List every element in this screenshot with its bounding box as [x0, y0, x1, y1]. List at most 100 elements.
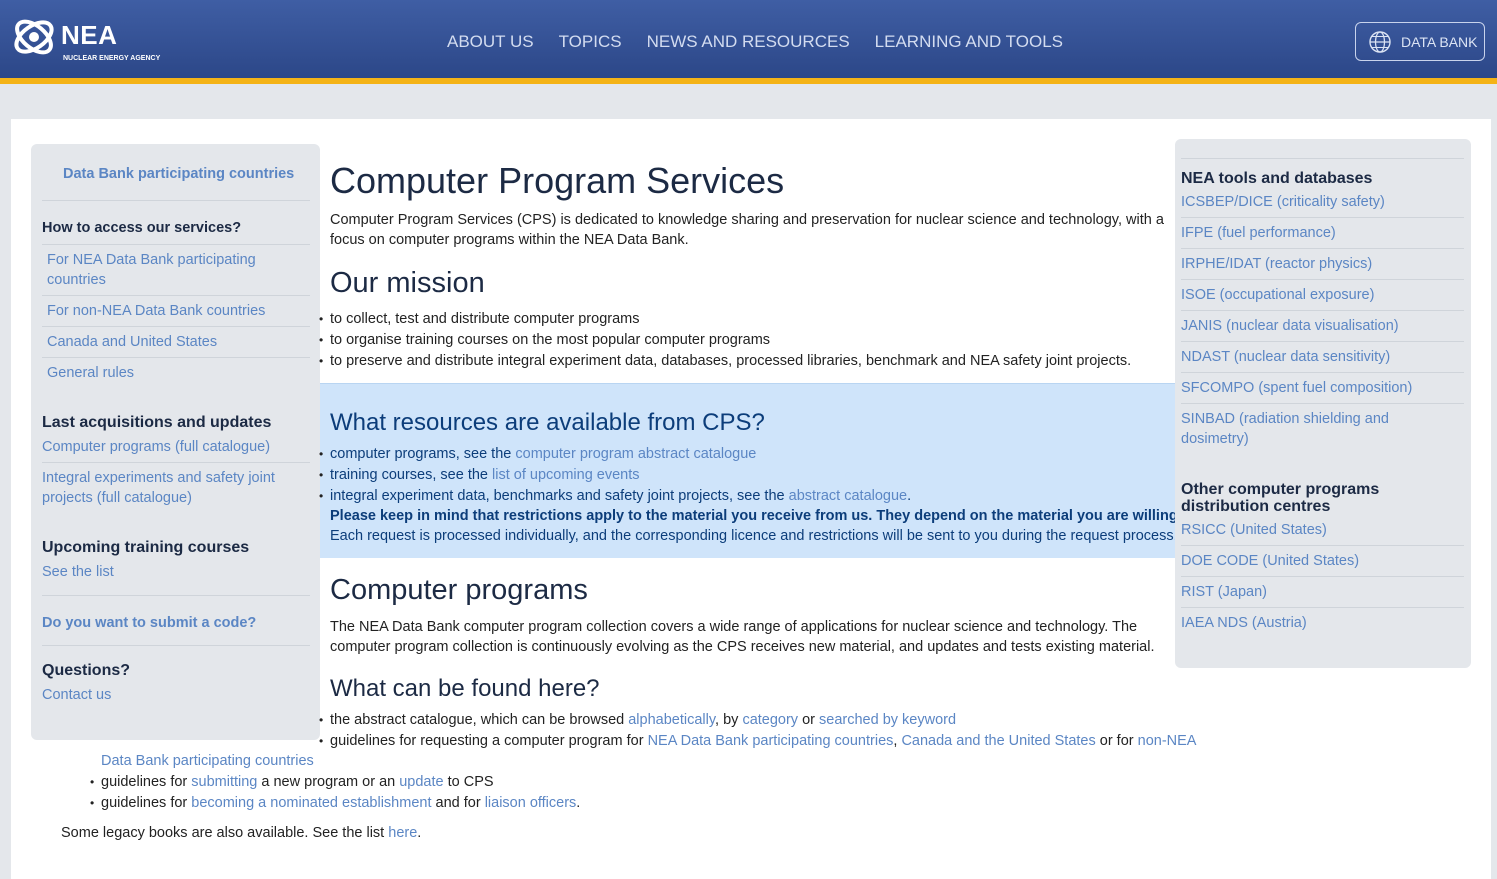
centre-link-doe-code[interactable]: DOE CODE (United States) — [1181, 551, 1359, 571]
accent-bar — [0, 78, 1497, 84]
found-text: , by — [715, 712, 743, 728]
tools-heading: NEA tools and databases — [1181, 170, 1373, 187]
resources-item: training courses, see the list of upcomi… — [319, 467, 640, 483]
sidebar-link-non-nea-countries[interactable]: For non-NEA Data Bank countries — [47, 301, 265, 321]
nav-about-us[interactable]: ABOUT US — [447, 32, 534, 52]
resources-item-text: computer programs, see the — [330, 446, 516, 462]
tool-link-janis[interactable]: JANIS (nuclear data visualisation) — [1181, 316, 1399, 336]
divider — [1181, 576, 1464, 577]
link-liaison-officers[interactable]: liaison officers — [485, 795, 577, 811]
link-abstract-catalogue[interactable]: abstract catalogue — [789, 488, 908, 504]
sidebar-link-participating-countries[interactable]: Data Bank participating countries — [63, 164, 294, 184]
centre-link-rsicc[interactable]: RSICC (United States) — [1181, 520, 1327, 540]
page-title: Computer Program Services — [330, 160, 785, 201]
divider — [1181, 607, 1464, 608]
sidebar-link-canada-us[interactable]: Canada and United States — [47, 332, 217, 352]
nav-news-and-resources[interactable]: NEWS AND RESOURCES — [647, 32, 850, 52]
found-heading: What can be found here? — [330, 675, 600, 702]
found-text: guidelines for — [101, 795, 192, 811]
nav-topics[interactable]: TOPICS — [559, 32, 622, 52]
divider — [42, 244, 310, 245]
link-nominated-establishment[interactable]: becoming a nominated establishment — [191, 795, 431, 811]
resources-item: integral experiment data, benchmarks and… — [319, 488, 911, 504]
nav-learning-and-tools[interactable]: LEARNING AND TOOLS — [875, 32, 1063, 52]
mission-heading: Our mission — [330, 267, 485, 299]
link-alphabetically[interactable]: alphabetically — [628, 712, 715, 728]
divider — [42, 645, 310, 646]
found-text: guidelines for requesting a computer pro… — [330, 733, 648, 749]
acquisitions-heading: Last acquisitions and updates — [42, 414, 272, 431]
divider — [1181, 545, 1464, 546]
programs-paragraph: The NEA Data Bank computer program colle… — [330, 619, 1155, 655]
tool-link-icsbep[interactable]: ICSBEP/DICE (criticality safety) — [1181, 192, 1385, 212]
tool-link-ifpe[interactable]: IFPE (fuel performance) — [1181, 223, 1336, 243]
sidebar-link-submit-code[interactable]: Do you want to submit a code? — [42, 613, 256, 633]
divider — [42, 200, 310, 201]
link-non-nea[interactable]: non-NEA — [1138, 733, 1197, 749]
link-legacy-here[interactable]: here — [388, 825, 417, 841]
found-item: guidelines for requesting a computer pro… — [319, 733, 1197, 749]
legacy-text: Some legacy books are also available. Se… — [61, 825, 389, 841]
found-item: guidelines for becoming a nominated esta… — [90, 795, 580, 811]
found-text: or — [798, 712, 820, 728]
legacy-text: . — [417, 825, 422, 841]
request-notice: Each request is processed individually, … — [330, 528, 1178, 544]
tool-link-ndast[interactable]: NDAST (nuclear data sensitivity) — [1181, 347, 1390, 367]
centre-link-iaea-nds[interactable]: IAEA NDS (Austria) — [1181, 613, 1307, 633]
found-text: a new program or an — [257, 774, 400, 790]
divider — [1181, 403, 1464, 404]
sidebar-link-general-rules[interactable]: General rules — [47, 363, 134, 383]
found-item: guidelines for submitting a new program … — [90, 774, 494, 790]
data-bank-label: DATA BANK — [1401, 33, 1478, 50]
link-submitting[interactable]: submitting — [191, 774, 257, 790]
globe-icon — [1369, 30, 1391, 53]
found-text: the abstract catalogue, which can be bro… — [330, 712, 629, 728]
resources-heading: What resources are available from CPS? — [330, 409, 765, 436]
link-program-abstract-catalogue[interactable]: computer program abstract catalogue — [515, 446, 756, 462]
training-heading: Upcoming training courses — [42, 539, 250, 556]
link-category[interactable]: category — [742, 712, 798, 728]
sidebar-link-integral-experiments-catalogue[interactable]: Integral experiments and safety joint pr… — [42, 468, 304, 508]
divider — [1181, 248, 1464, 249]
divider — [1181, 341, 1464, 342]
divider — [1181, 217, 1464, 218]
sidebar-link-computer-programs-catalogue[interactable]: Computer programs (full catalogue) — [42, 437, 270, 457]
tool-link-sinbad[interactable]: SINBAD (radiation shielding and dosimetr… — [1181, 409, 1441, 449]
programs-heading: Computer programs — [330, 574, 588, 606]
centre-link-rist[interactable]: RIST (Japan) — [1181, 582, 1267, 602]
link-nea-participating-countries[interactable]: NEA Data Bank participating countries — [648, 733, 894, 749]
resources-item-text: training courses, see the — [330, 467, 493, 483]
restrictions-notice: Please keep in mind that restrictions ap… — [330, 508, 1247, 524]
tool-link-isoe[interactable]: ISOE (occupational exposure) — [1181, 285, 1374, 305]
sidebar-link-nea-countries[interactable]: For NEA Data Bank participating countrie… — [47, 250, 287, 290]
mission-item: to organise training courses on the most… — [319, 332, 770, 348]
tool-link-irphe[interactable]: IRPHE/IDAT (reactor physics) — [1181, 254, 1372, 274]
sidebar-link-contact-us[interactable]: Contact us — [42, 685, 111, 705]
divider — [1181, 372, 1464, 373]
link-canada-us[interactable]: Canada and the United States — [901, 733, 1095, 749]
found-text: to CPS — [443, 774, 494, 790]
divider — [42, 357, 310, 358]
link-upcoming-events[interactable]: list of upcoming events — [492, 467, 640, 483]
sidebar-link-see-the-list[interactable]: See the list — [42, 562, 114, 582]
nea-logo-icon[interactable] — [10, 12, 60, 65]
link-non-nea-continued[interactable]: Data Bank participating countries — [101, 753, 314, 769]
divider — [42, 595, 310, 596]
divider — [1181, 279, 1464, 280]
link-search-keyword[interactable]: searched by keyword — [819, 712, 956, 728]
divider — [42, 326, 310, 327]
found-text: or for — [1095, 733, 1138, 749]
resources-item-text: integral experiment data, benchmarks and… — [330, 488, 789, 504]
link-update[interactable]: update — [399, 774, 443, 790]
tool-link-sfcompo[interactable]: SFCOMPO (spent fuel composition) — [1181, 378, 1412, 398]
legacy-books-note: Some legacy books are also available. Se… — [61, 825, 421, 841]
divider — [1181, 158, 1464, 159]
divider — [1181, 310, 1464, 311]
data-bank-button[interactable]: DATA BANK — [1355, 22, 1485, 61]
access-heading: How to access our services? — [42, 220, 242, 236]
intro-paragraph: Computer Program Services (CPS) is dedic… — [330, 212, 1164, 248]
mission-item: to preserve and distribute integral expe… — [319, 353, 1131, 369]
divider — [42, 462, 310, 463]
logo-text[interactable]: NEA — [61, 20, 117, 51]
resources-item: computer programs, see the computer prog… — [319, 446, 756, 462]
